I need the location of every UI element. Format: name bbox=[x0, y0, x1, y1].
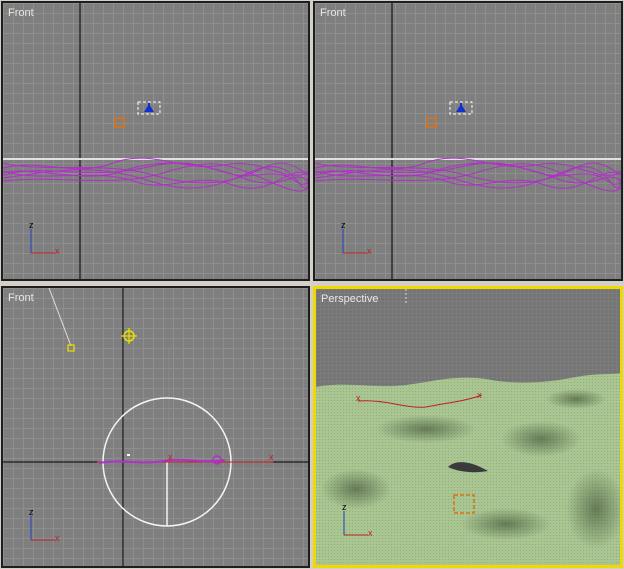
spline-curves bbox=[3, 157, 308, 192]
spline-curves bbox=[315, 157, 621, 192]
axis-x-label: x bbox=[55, 533, 60, 543]
axis-tripod bbox=[30, 516, 55, 541]
axis-tripod bbox=[30, 229, 55, 254]
axis-z-label: z bbox=[342, 502, 347, 512]
viewport-canvas bbox=[3, 3, 308, 279]
axis-z-label: z bbox=[341, 220, 346, 230]
axis-x-label: x bbox=[55, 246, 60, 256]
viewport-front-top-right[interactable]: Front z x bbox=[313, 1, 623, 281]
viewport-canvas bbox=[3, 288, 308, 566]
axis-x-label: x bbox=[356, 393, 361, 403]
camera-target-box bbox=[426, 117, 437, 128]
axis-tripod bbox=[342, 229, 367, 254]
axis-x-label: x bbox=[269, 452, 274, 462]
axis-x-label: x bbox=[368, 528, 373, 538]
viewport-perspective[interactable]: Perspective x x z x bbox=[313, 286, 623, 568]
viewport-front-top-left[interactable]: Front z x bbox=[1, 1, 310, 281]
viewport-canvas bbox=[315, 3, 621, 279]
axis-x-label: x bbox=[168, 452, 173, 462]
axis-x-label: x bbox=[367, 246, 372, 256]
viewport-canvas bbox=[316, 289, 620, 565]
viewport-front-bottom-left[interactable]: Front x x z x bbox=[1, 286, 310, 568]
light-direction-line bbox=[48, 288, 72, 347]
axis-z-label: z bbox=[29, 507, 34, 517]
camera-target-box bbox=[114, 117, 125, 128]
axis-x-label: x bbox=[477, 390, 482, 400]
axis-z-label: z bbox=[29, 220, 34, 230]
terrain-shade bbox=[501, 421, 581, 457]
spline-flat bbox=[98, 458, 226, 464]
